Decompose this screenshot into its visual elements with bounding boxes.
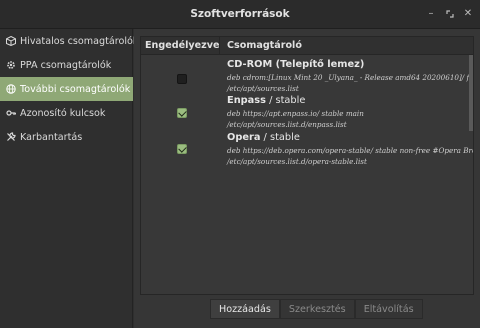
column-header-repository[interactable]: Csomagtároló — [227, 40, 302, 51]
edit-button[interactable]: Szerkesztés — [279, 299, 355, 319]
titlebar: Szoftverforrások – ✕ — [0, 0, 480, 29]
add-button[interactable]: Hozzáadás — [210, 299, 280, 319]
window-title: Szoftverforrások — [190, 8, 290, 20]
software-sources-window: Szoftverforrások – ✕ Hivatalos csomagtár… — [0, 0, 480, 328]
table-row[interactable]: Opera / stable deb https://deb.opera.com… — [141, 132, 474, 170]
sidebar-item-additional[interactable]: További csomagtárolók — [0, 77, 133, 101]
repository-name: Enpass — [227, 95, 266, 106]
repository-suffix: / stable — [260, 132, 300, 143]
repository-file-path: /etc/apt/sources.list.d/enpass.list — [227, 120, 347, 129]
sidebar-item-label: Karbantartás — [20, 131, 83, 143]
table-row[interactable]: CD-ROM (Telepítő lemez) deb cdrom:[Linux… — [141, 59, 474, 97]
maximize-icon[interactable] — [443, 7, 457, 21]
enabled-checkbox[interactable] — [177, 108, 187, 118]
repository-source-line: deb https://deb.opera.com/opera-stable/ … — [227, 146, 474, 155]
column-divider — [219, 37, 220, 55]
sidebar-item-maintenance[interactable]: Karbantartás — [0, 125, 133, 149]
repository-title: Opera / stable — [227, 132, 300, 143]
repository-source-line: deb https://apt.enpass.io/ stable main — [227, 109, 364, 118]
repository-name: CD-ROM (Telepítő lemez) — [227, 59, 365, 70]
repository-suffix: / stable — [265, 95, 306, 106]
sidebar-item-label: PPA csomagtárolók — [20, 59, 112, 71]
sidebar-item-label: Azonosító kulcsok — [20, 107, 106, 119]
remove-button[interactable]: Eltávolítás — [354, 299, 423, 319]
repository-table: Engedélyezve Csomagtároló CD-ROM (Telepí… — [140, 36, 474, 295]
table-row[interactable]: Enpass / stable deb https://apt.enpass.i… — [141, 95, 473, 133]
close-icon[interactable]: ✕ — [461, 7, 475, 21]
repository-title: CD-ROM (Telepítő lemez) — [227, 59, 364, 70]
sidebar-item-label: Hivatalos csomagtárolók — [20, 35, 139, 47]
horizontal-scroll-indicator[interactable] — [469, 55, 473, 131]
repository-file-path: /etc/apt/sources.list — [227, 84, 299, 93]
gear-icon — [6, 60, 16, 70]
key-icon — [6, 108, 16, 118]
globe-icon — [6, 84, 16, 94]
sidebar-item-official[interactable]: Hivatalos csomagtárolók — [0, 29, 138, 53]
repository-title: Enpass / stable — [227, 95, 305, 106]
package-icon — [6, 36, 16, 46]
repository-file-path: /etc/apt/sources.list.d/opera-stable.lis… — [227, 157, 367, 166]
repository-name: Opera — [227, 132, 261, 143]
enabled-checkbox[interactable] — [177, 144, 187, 154]
action-toolbar: Hozzáadás Szerkesztés Eltávolítás — [210, 299, 423, 319]
enabled-checkbox[interactable] — [177, 74, 187, 84]
sidebar-item-keys[interactable]: Azonosító kulcsok — [0, 101, 133, 125]
repository-source-line: deb cdrom:[Linux Mint 20 _Ulyana_ - Rele… — [227, 73, 474, 82]
sidebar-item-ppa[interactable]: PPA csomagtárolók — [0, 53, 133, 77]
table-header: Engedélyezve Csomagtároló — [141, 37, 473, 55]
sidebar-item-label: További csomagtárolók — [20, 83, 131, 95]
column-header-enabled[interactable]: Engedélyezve — [145, 40, 220, 51]
content-area: Engedélyezve Csomagtároló CD-ROM (Telepí… — [134, 29, 480, 328]
sidebar: Hivatalos csomagtárolók PPA csomagtároló… — [0, 29, 138, 328]
minimize-icon[interactable]: – — [424, 7, 438, 21]
tools-icon — [6, 132, 16, 142]
